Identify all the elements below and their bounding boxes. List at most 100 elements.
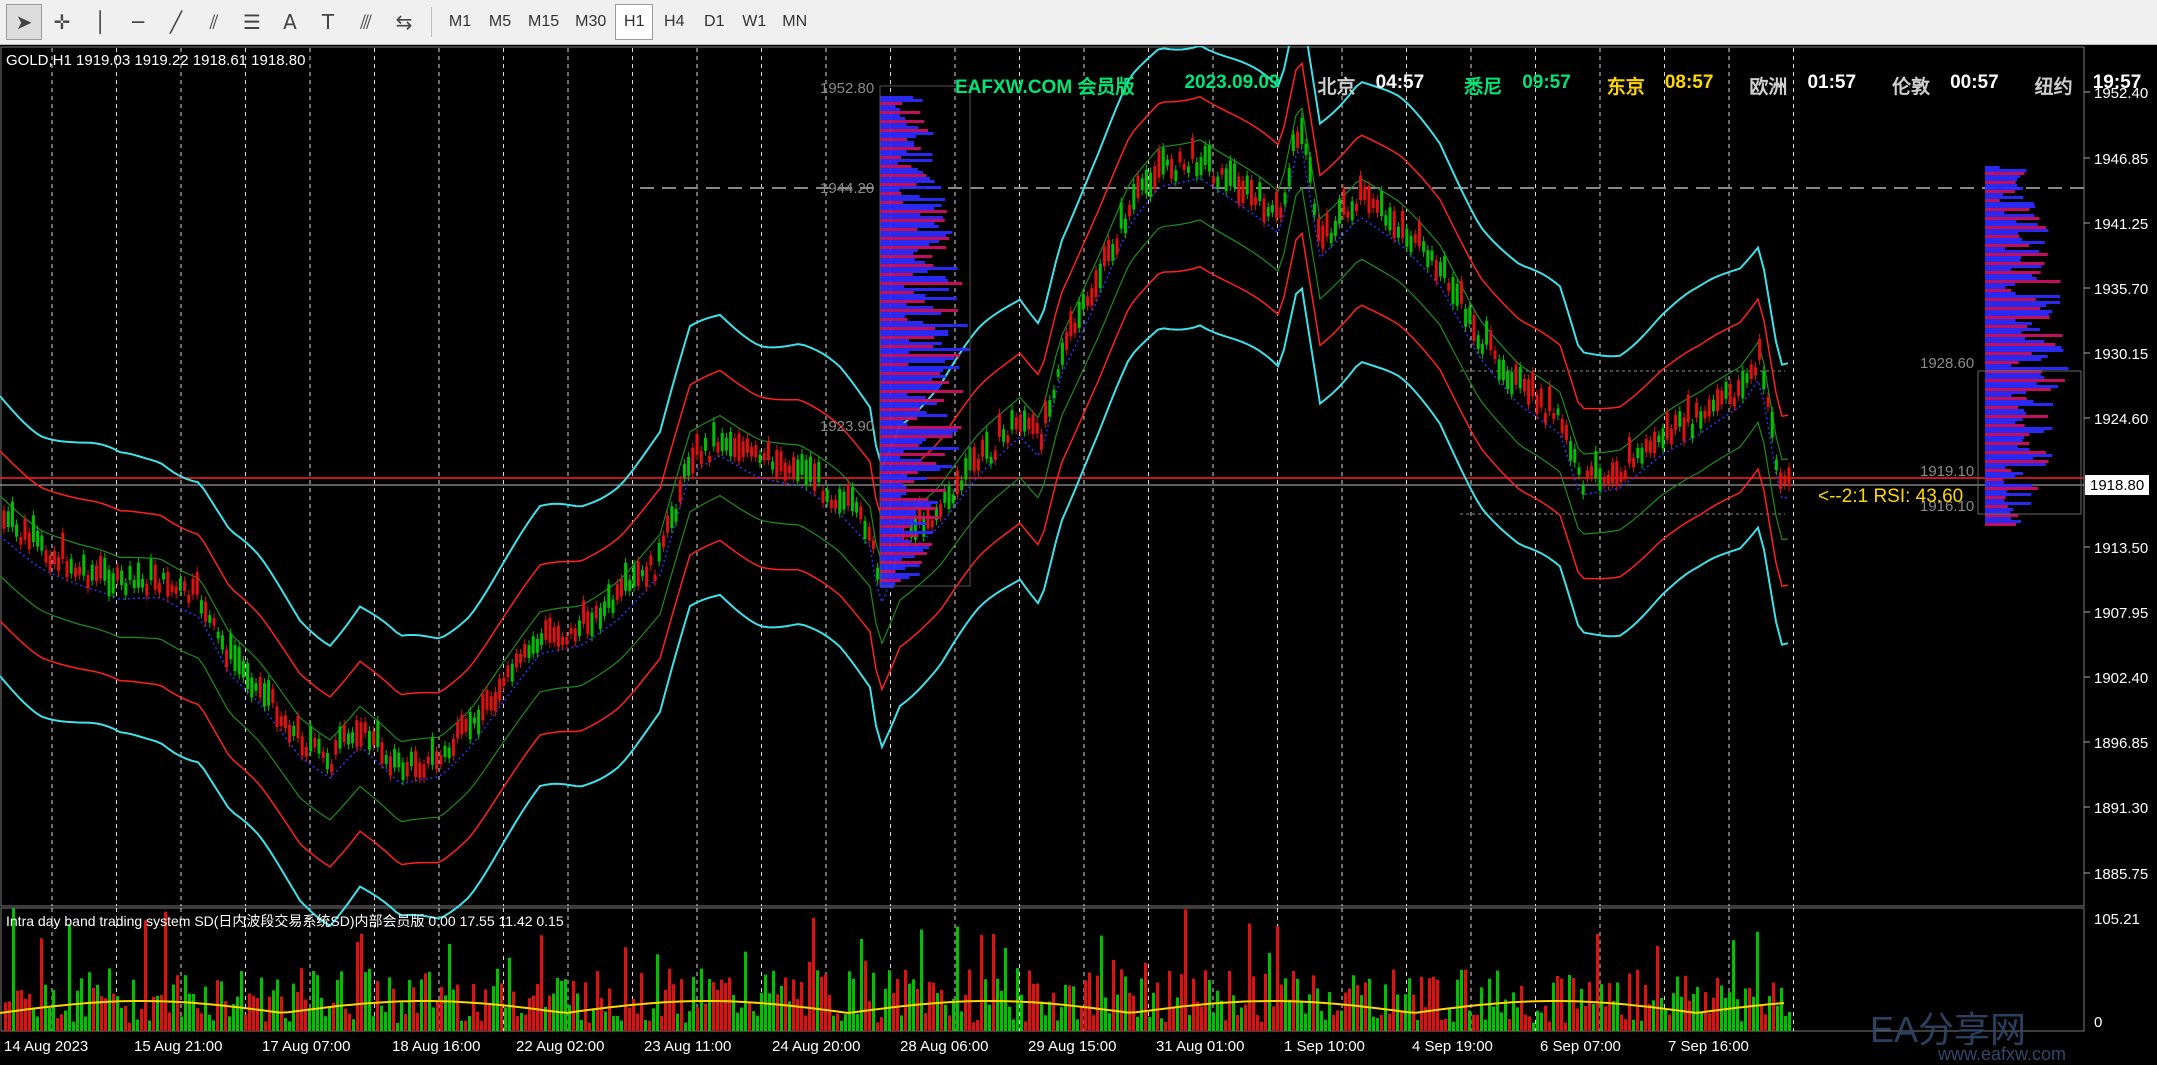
andrews-pitchfork-icon[interactable]: ⫻ xyxy=(348,4,384,40)
candle-body xyxy=(31,515,35,543)
horizontal-line-icon[interactable]: ─ xyxy=(120,4,156,40)
candle-body xyxy=(451,739,455,756)
candle-body xyxy=(372,731,376,746)
candle-body xyxy=(687,457,691,476)
histogram-bar xyxy=(1268,952,1271,1031)
volume-profile-bar xyxy=(880,537,903,540)
timeframe-w1[interactable]: W1 xyxy=(735,4,773,40)
candle-body xyxy=(1430,250,1434,261)
histogram-bar xyxy=(1516,1007,1519,1031)
volume-profile-bar xyxy=(880,270,928,273)
volume-profile-bar xyxy=(1985,349,2064,352)
volume-profile-bar xyxy=(1985,178,2018,181)
candle-body xyxy=(351,732,355,744)
candle-body xyxy=(682,464,686,478)
histogram-bar xyxy=(416,1013,419,1031)
candle-body xyxy=(943,490,947,503)
histogram-bar xyxy=(592,1008,595,1031)
volume-profile-bar xyxy=(1985,271,2041,274)
volume-profile-bar xyxy=(880,387,940,390)
timeframe-mn[interactable]: MN xyxy=(775,4,814,40)
histogram-bar xyxy=(692,977,695,1031)
volume-profile-bar xyxy=(880,159,933,162)
candle-body xyxy=(477,709,481,735)
candle-body xyxy=(1329,232,1333,243)
volume-profile-bar xyxy=(880,414,948,417)
histogram-bar xyxy=(120,1007,123,1031)
timeframe-m1[interactable]: M1 xyxy=(441,4,479,40)
timeframe-m5[interactable]: M5 xyxy=(481,4,519,40)
date-label: 14 Aug 2023 xyxy=(4,1038,88,1055)
volume-profile-bar xyxy=(880,384,942,387)
histogram-bar xyxy=(124,1005,127,1031)
volume-profile-bar xyxy=(880,153,933,156)
candle-body xyxy=(766,441,770,460)
volume-profile-bar xyxy=(880,441,923,444)
candle-body xyxy=(649,555,653,566)
histogram-bar xyxy=(304,999,307,1031)
candle-body xyxy=(1564,424,1568,441)
candle-body xyxy=(745,438,749,453)
timeframe-m15[interactable]: M15 xyxy=(521,4,566,40)
price-chart[interactable]: 1952.401946.851941.251935.701930.151924.… xyxy=(0,46,2157,1059)
text-label-icon[interactable]: T xyxy=(310,4,346,40)
volume-profile-bar xyxy=(880,285,905,288)
candle-body xyxy=(985,431,989,459)
candle-body xyxy=(590,612,594,637)
histogram-bar xyxy=(1384,984,1387,1031)
histogram-bar xyxy=(1124,976,1127,1031)
trendline-icon[interactable]: ╱ xyxy=(158,4,194,40)
candle-body xyxy=(338,726,342,749)
volume-profile-bar xyxy=(880,108,901,111)
candle-body xyxy=(435,751,439,770)
timeframe-m30[interactable]: M30 xyxy=(568,4,613,40)
histogram-bar xyxy=(776,994,779,1031)
timeframe-h4[interactable]: H4 xyxy=(655,4,693,40)
candle-body xyxy=(540,633,544,645)
candle-body xyxy=(489,696,493,711)
histogram-bar xyxy=(716,989,719,1031)
crosshair-icon[interactable]: ✛ xyxy=(44,4,80,40)
candle-body xyxy=(1279,207,1283,218)
clock-item: 01:57 xyxy=(1807,72,1857,93)
histogram-bar xyxy=(1176,997,1179,1031)
volume-profile-bar xyxy=(1985,358,2042,361)
histogram-bar xyxy=(616,1015,619,1031)
fibonacci-icon[interactable]: ☰ xyxy=(234,4,270,40)
histogram-bar xyxy=(1064,984,1067,1031)
arrows-icon[interactable]: ⇆ xyxy=(386,4,422,40)
candle-body xyxy=(86,574,90,589)
candle-body xyxy=(825,489,829,503)
cursor-icon[interactable]: ➤ xyxy=(6,4,42,40)
vertical-line-icon[interactable]: │ xyxy=(82,4,118,40)
volume-profile-bar xyxy=(1985,379,2065,382)
histogram-bar xyxy=(1416,1019,1419,1031)
candle-body xyxy=(1380,191,1384,216)
histogram-bar xyxy=(756,1015,759,1031)
volume-profile-bar xyxy=(1985,484,2033,487)
chart-area[interactable]: 1952.40 1946.85 1941.25 1935.70 1930.15 1924.… xyxy=(0,46,2157,1064)
channel-icon[interactable]: ⫽ xyxy=(196,4,232,40)
histogram-bar xyxy=(668,968,671,1031)
candle-body xyxy=(716,441,720,453)
volume-profile-bar xyxy=(880,306,933,309)
candle-body xyxy=(493,692,497,712)
volume-profile-bar xyxy=(1985,217,2040,220)
volume-profile-bar xyxy=(880,372,940,375)
text-icon[interactable]: A xyxy=(272,4,308,40)
timeframe-h1[interactable]: H1 xyxy=(615,4,654,40)
candle-body xyxy=(376,720,380,747)
histogram-bar xyxy=(1744,988,1747,1031)
candle-body xyxy=(653,574,657,581)
volume-profile-bar xyxy=(1985,316,2050,319)
volume-profile-bar xyxy=(880,456,901,459)
histogram-bar xyxy=(1400,1010,1403,1031)
candle-body xyxy=(346,733,350,745)
volume-profile-bar xyxy=(1985,253,2048,256)
candle-body xyxy=(359,722,363,746)
volume-profile-bar xyxy=(1985,376,2045,379)
date-label: 31 Aug 01:00 xyxy=(1156,1038,1244,1055)
histogram-bar xyxy=(1468,1010,1471,1031)
timeframe-d1[interactable]: D1 xyxy=(695,4,733,40)
histogram-bar xyxy=(380,1005,383,1031)
